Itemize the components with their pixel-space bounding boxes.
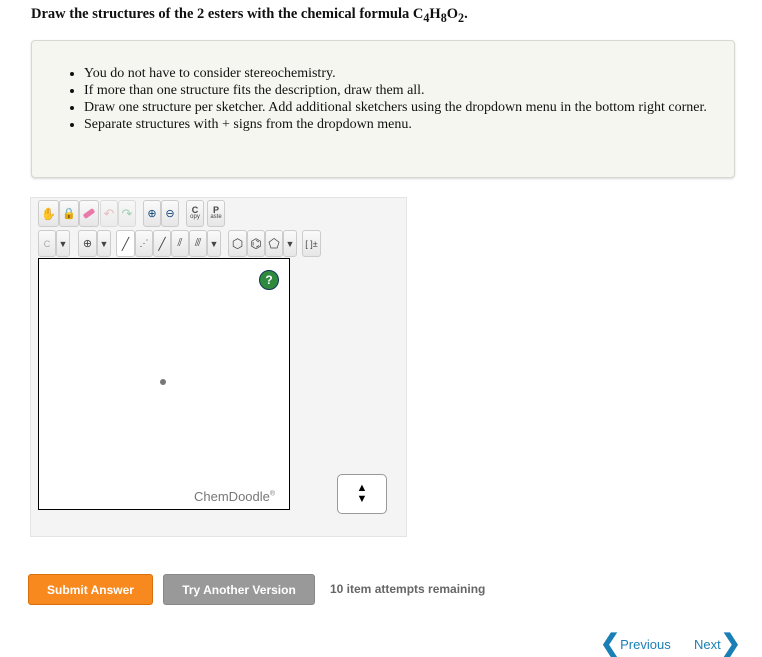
ring-dropdown[interactable]: ▼ <box>283 230 297 257</box>
redo-button[interactable]: ↷ <box>118 200 136 227</box>
zoom-out-icon: ⊖ <box>165 208 175 220</box>
paste-sublabel: aste <box>210 213 222 220</box>
zoom-in-icon: ⊕ <box>147 208 157 220</box>
eraser-button[interactable] <box>79 200 99 227</box>
caret-down-icon: ▼ <box>58 238 68 249</box>
wedge-bond-button[interactable]: ╱ <box>153 230 171 257</box>
question-title: Draw the structures of the 2 esters with… <box>31 6 468 25</box>
canvas-dot <box>160 379 166 385</box>
bond-dropdown[interactable]: ▼ <box>207 230 221 257</box>
instruction: If more than one structure fits the desc… <box>84 82 724 99</box>
add-sketcher-dropdown[interactable]: ▲ ▼ <box>337 474 387 514</box>
instructions-box: You do not have to consider stereochemis… <box>31 40 735 178</box>
paste-button[interactable]: Paste <box>207 200 225 227</box>
instruction: You do not have to consider stereochemis… <box>84 65 724 82</box>
copy-label: C <box>191 204 199 215</box>
chevron-left-icon: ❮ <box>600 630 621 657</box>
eraser-icon <box>82 208 96 219</box>
cyclohexane-button[interactable]: ⬡ <box>228 230 247 257</box>
benzene-button[interactable]: ⌬ <box>247 230 265 257</box>
copy-sublabel: opy <box>190 213 200 220</box>
caret-down-icon: ▼ <box>99 238 109 249</box>
caret-down-icon: ▼ <box>209 238 219 249</box>
hand-icon: ✋ <box>41 206 56 221</box>
hexagon-icon: ⬡ <box>231 235 244 251</box>
copy-button[interactable]: Copy <box>186 200 204 227</box>
zoom-in-button[interactable]: ⊕ <box>143 200 161 227</box>
charge-tool-button[interactable]: ⊕ <box>78 230 97 257</box>
element-button[interactable]: C <box>38 230 56 257</box>
caret-down-icon: ▼ <box>285 238 295 249</box>
cyclopentane-button[interactable]: ⬠ <box>265 230 283 257</box>
hashed-bond-icon: ⋰ <box>139 238 149 248</box>
undo-icon: ↶ <box>103 205 115 221</box>
redo-icon: ↷ <box>121 205 133 221</box>
help-button[interactable]: ? <box>259 270 279 290</box>
hashed-bond-button[interactable]: ⋰ <box>135 230 153 257</box>
try-another-version-button[interactable]: Try Another Version <box>163 574 315 605</box>
single-bond-icon: ╱ <box>121 236 130 251</box>
pentagon-icon: ⬠ <box>268 235 280 251</box>
chevron-right-icon: ❯ <box>720 630 741 657</box>
chemdoodle-logo: ChemDoodle® <box>194 489 276 504</box>
next-label: Next <box>694 636 721 652</box>
double-bond-icon: ⫽ <box>177 237 183 249</box>
submit-answer-button[interactable]: Submit Answer <box>28 574 153 605</box>
plus-circle-icon: ⊕ <box>82 238 93 250</box>
element-dropdown[interactable]: ▼ <box>56 230 70 257</box>
wedge-bond-icon: ╱ <box>158 236 166 251</box>
double-bond-button[interactable]: ⫽ <box>171 230 189 257</box>
instruction: Separate structures with + signs from th… <box>84 116 724 133</box>
undo-button[interactable]: ↶ <box>100 200 118 227</box>
lock-icon: 🔒 <box>62 208 76 220</box>
triangle-down-icon: ▼ <box>356 493 368 505</box>
bracket-charge-button[interactable]: [ ]± <box>302 230 321 257</box>
triple-bond-icon: ⫻ <box>194 237 202 249</box>
single-bond-button[interactable]: ╱ <box>116 230 135 257</box>
hand-tool-button[interactable]: ✋ <box>38 200 59 227</box>
instruction: Draw one structure per sketcher. Add add… <box>84 99 724 116</box>
attempts-remaining: 10 item attempts remaining <box>330 582 486 596</box>
lasso-tool-button[interactable]: 🔒 <box>59 200 79 227</box>
zoom-out-button[interactable]: ⊖ <box>161 200 179 227</box>
paste-label: P <box>212 204 219 215</box>
benzene-icon: ⌬ <box>250 235 262 251</box>
next-link[interactable]: Next ❯ <box>694 630 741 657</box>
triple-bond-button[interactable]: ⫻ <box>189 230 207 257</box>
charge-dropdown[interactable]: ▼ <box>97 230 111 257</box>
previous-link[interactable]: ❮ Previous <box>600 630 671 657</box>
previous-label: Previous <box>620 636 671 652</box>
